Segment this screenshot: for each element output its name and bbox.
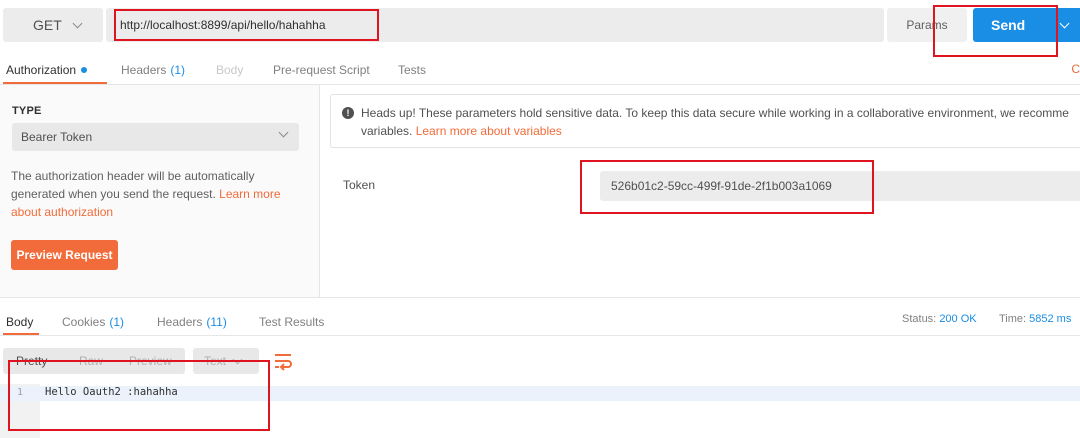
tab-label: Body	[6, 315, 34, 329]
status-value[interactable]: 200 OK	[939, 313, 976, 325]
annotation-box-send	[933, 5, 1058, 57]
notice-text: Heads up! These parameters hold sensitiv…	[361, 104, 1080, 140]
preview-request-button[interactable]: Preview Request	[11, 240, 118, 270]
tab-cookies[interactable]: Cookies (1)	[62, 308, 124, 336]
auth-description-line: generated when you send the request.	[11, 187, 220, 201]
tab-label: Pre-request Script	[273, 63, 370, 77]
preview-request-label: Preview Request	[16, 248, 113, 262]
tab-response-headers[interactable]: Headers (11)	[157, 308, 227, 336]
learn-more-variables-link[interactable]: Learn more about variables	[416, 124, 562, 138]
time-readout: Time: 5852 ms	[999, 313, 1071, 325]
tab-authorization[interactable]: Authorization	[6, 56, 88, 84]
tabs-overflow-link[interactable]: C	[1071, 62, 1080, 76]
tab-label: Tests	[398, 63, 427, 77]
tab-test-results[interactable]: Test Results	[259, 308, 324, 336]
tab-label: Cookies	[62, 315, 106, 329]
annotation-box-response	[8, 360, 270, 431]
status-readout: Status: 200 OK	[902, 313, 977, 325]
method-select[interactable]: GET	[3, 8, 103, 42]
tab-pre-request-script[interactable]: Pre-request Script	[273, 56, 370, 84]
status-label: Status:	[902, 313, 937, 325]
tab-response-body[interactable]: Body	[6, 308, 33, 336]
tab-label: Headers	[157, 315, 203, 329]
annotation-box-token	[580, 160, 874, 214]
time-label: Time:	[999, 313, 1027, 325]
tab-label: Body	[216, 63, 244, 77]
chevron-down-icon	[278, 127, 289, 138]
notice-body: variables.	[361, 124, 416, 138]
token-label: Token	[343, 178, 376, 192]
learn-more-link[interactable]: Learn more	[219, 187, 280, 201]
type-label: TYPE	[12, 105, 42, 117]
auth-type-select[interactable]: Bearer Token	[12, 123, 299, 151]
notice-lead: Heads up!	[361, 106, 416, 120]
tab-label: Test Results	[259, 315, 325, 329]
notice-body: These parameters hold sensitive data. To…	[415, 106, 1069, 120]
learn-more-link[interactable]: about authorization	[11, 205, 113, 219]
chevron-down-icon	[72, 18, 83, 28]
active-dot-icon	[81, 67, 88, 73]
tab-label: Headers	[121, 63, 167, 77]
tab-body[interactable]: Body	[216, 56, 243, 84]
tab-count: (1)	[109, 315, 125, 329]
tab-count: (1)	[170, 63, 186, 77]
auth-type-value: Bearer Token	[21, 130, 93, 144]
warning-icon: !	[342, 107, 354, 119]
tab-count: (11)	[206, 315, 227, 329]
tab-label: Authorization	[6, 63, 77, 77]
auth-description-line: The authorization header will be automat…	[11, 169, 255, 183]
chevron-down-icon[interactable]	[1059, 18, 1070, 28]
annotation-box-url	[114, 9, 379, 41]
time-value[interactable]: 5852 ms	[1029, 313, 1071, 325]
tab-tests[interactable]: Tests	[398, 56, 426, 84]
wrap-lines-icon[interactable]	[271, 349, 295, 373]
response-divider	[0, 297, 1080, 298]
auth-description: The authorization header will be automat…	[11, 167, 301, 221]
method-label: GET	[33, 17, 62, 33]
request-tabs: Authorization Headers (1) Body Pre-reque…	[0, 56, 1080, 84]
response-tabs-divider	[0, 335, 1080, 336]
tab-headers[interactable]: Headers (1)	[121, 56, 185, 84]
